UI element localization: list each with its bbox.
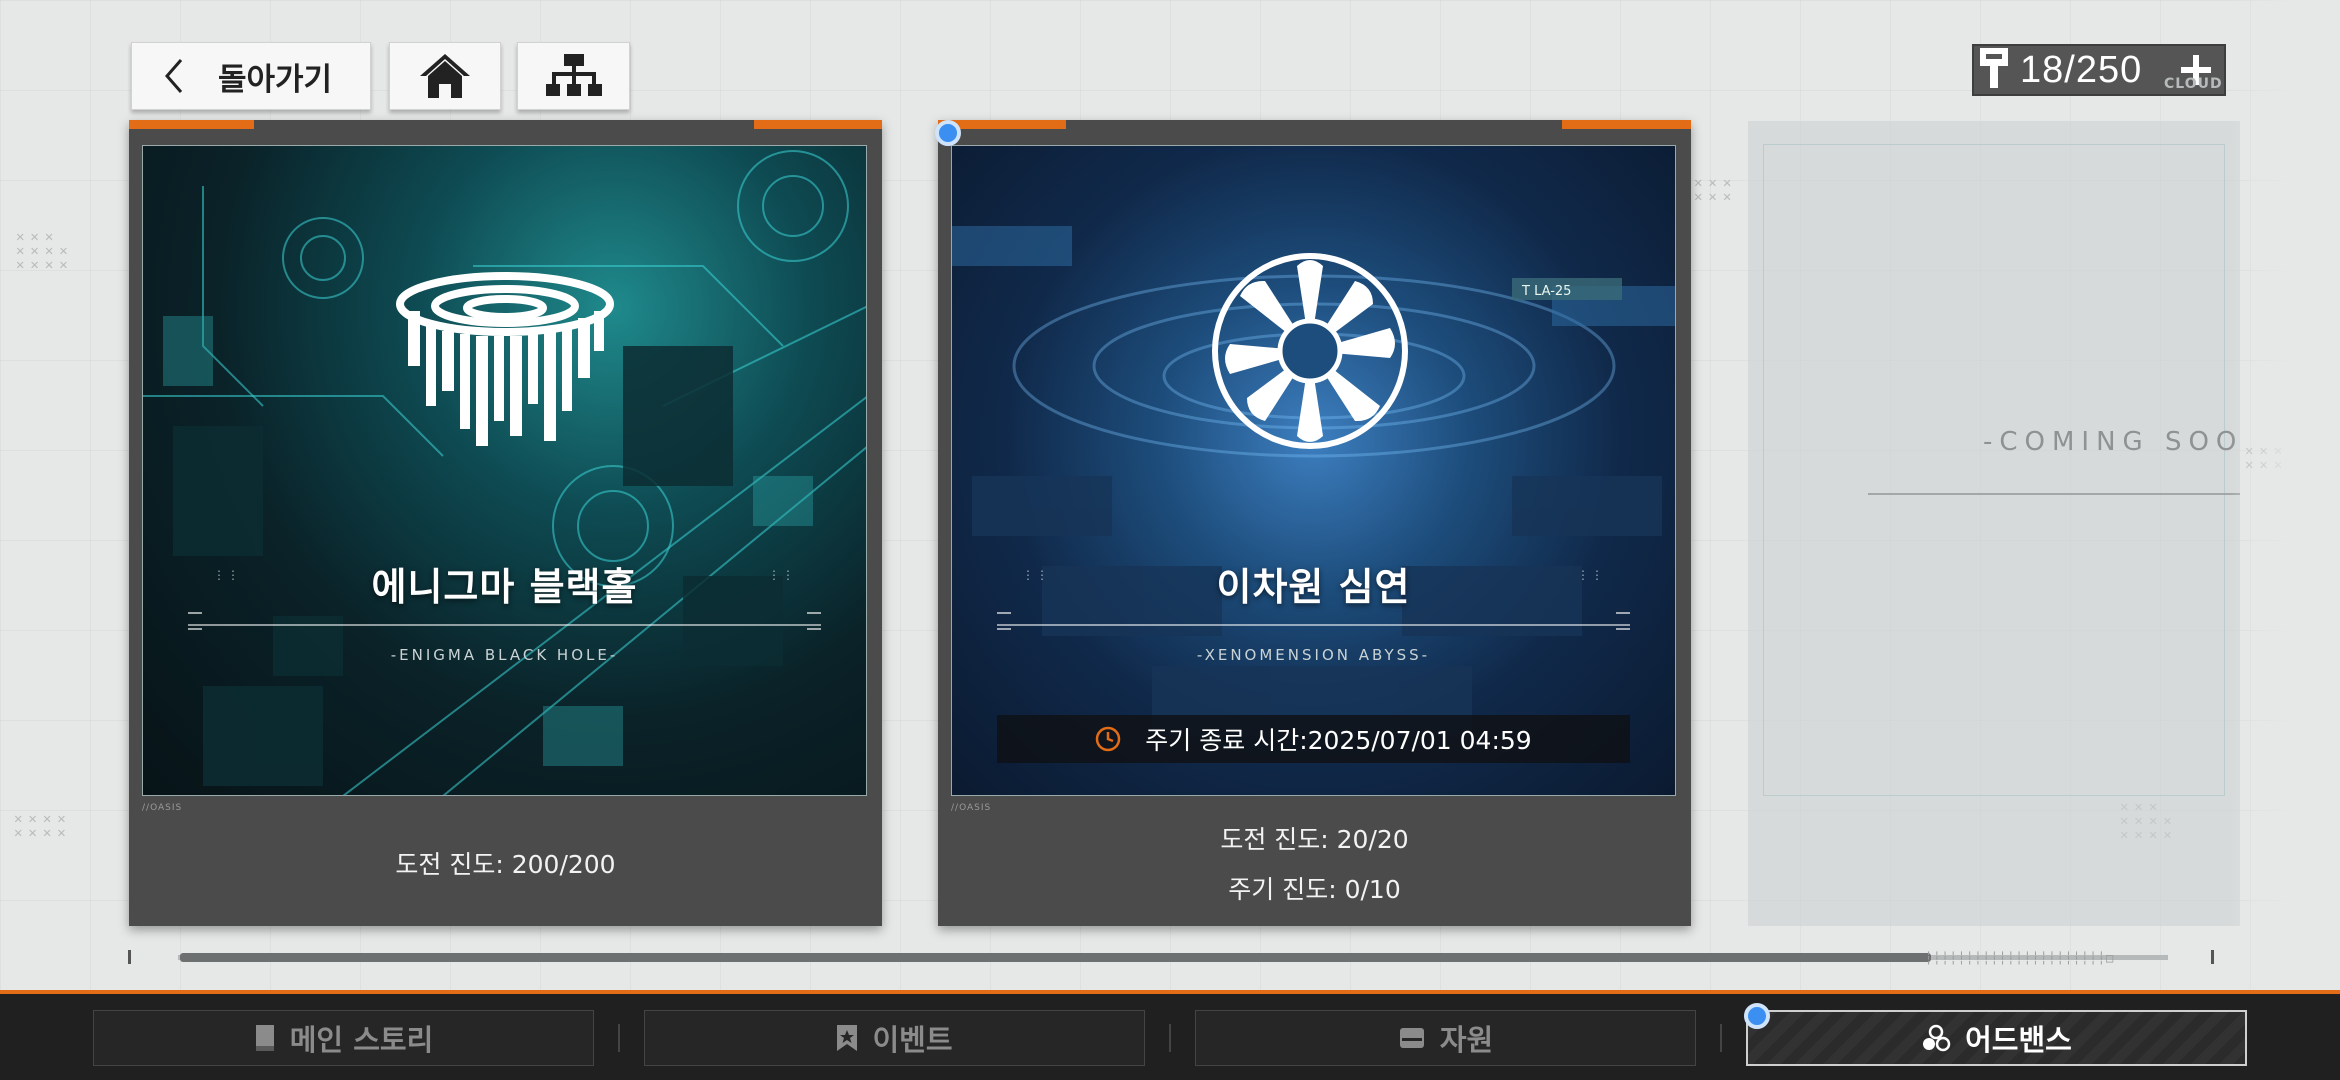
cycle-progress: 주기 진도: 0/10 xyxy=(1228,875,1401,904)
nav-new-indicator xyxy=(1744,1003,1770,1029)
circuit-background xyxy=(143,150,866,795)
challenge-progress: 도전 진도: 200/200 xyxy=(395,850,616,879)
card-title: 이차원 심연 xyxy=(1216,565,1411,609)
decor-x-marks: ✕✕✕✕ ✕✕✕✕ xyxy=(14,811,72,841)
mode-card-enigma[interactable]: ⋮⋮ ⋮⋮ 에니그마 블랙홀 -ENIGMA BLACK HOLE- //OAS… xyxy=(129,120,882,926)
card-artwork: T LA-25 ⋮⋮ ⋮⋮ 이차원 심연 -XENOMENSION ABYSS- xyxy=(951,145,1676,796)
sitemap-button[interactable] xyxy=(517,42,630,110)
selection-indicator xyxy=(935,120,961,146)
card-tag: //OASIS xyxy=(142,803,183,813)
scroll-edge-right xyxy=(2211,950,2214,964)
accent-strip xyxy=(1562,120,1691,129)
title-divider xyxy=(997,624,1630,626)
decor-tick xyxy=(997,612,1011,630)
scroll-track-dots: ┆┆┆┆┆┆┆┆┆┆┆┆┆┆┆┆┆┆┆┆┆┆□ xyxy=(1925,951,2115,965)
sitemap-icon xyxy=(545,54,602,96)
nav-label: 자원 xyxy=(1439,1023,1494,1057)
tray-icon xyxy=(1399,1028,1424,1048)
coming-soon-card: -COMING SOO xyxy=(1748,121,2240,926)
accent-strip xyxy=(129,120,254,129)
key-token-icon xyxy=(1980,48,2008,88)
card-subtitle: -XENOMENSION ABYSS- xyxy=(1196,646,1431,664)
card-artwork: ⋮⋮ ⋮⋮ 에니그마 블랙홀 -ENIGMA BLACK HOLE- xyxy=(142,145,867,796)
nav-advance[interactable]: 어드밴스 xyxy=(1746,1010,2247,1066)
card-title: 에니그마 블랙홀 xyxy=(371,565,638,609)
nav-main-story[interactable]: 메인 스토리 xyxy=(93,1010,594,1066)
stamina-count: 18/250 xyxy=(2020,48,2143,91)
home-icon xyxy=(420,54,470,98)
scroll-thumb[interactable] xyxy=(180,953,1932,962)
nav-separator xyxy=(1720,1024,1722,1052)
nav-label: 메인 스토리 xyxy=(289,1023,434,1057)
home-button[interactable] xyxy=(389,42,501,110)
coming-soon-text: -COMING SOO xyxy=(1983,427,2244,457)
decor-x-marks: ✕✕✕✕✕✕✕✕✕✕✕ xyxy=(16,229,74,273)
edge-fade xyxy=(2230,0,2340,990)
clock-icon xyxy=(1096,726,1121,752)
three-circles-icon xyxy=(1923,1024,1951,1052)
title-divider xyxy=(188,624,821,626)
back-button[interactable]: 돌아가기 xyxy=(131,42,371,110)
enigma-emblem xyxy=(396,272,614,446)
nav-separator xyxy=(1169,1024,1171,1052)
abyss-background: T LA-25 xyxy=(952,226,1675,736)
card-tag: //OASIS xyxy=(951,803,992,813)
nav-separator xyxy=(618,1024,620,1052)
bookmark-star-icon xyxy=(837,1025,858,1051)
decor-tick xyxy=(188,612,202,630)
coming-soon-line xyxy=(1868,493,2240,495)
mode-card-xenomension[interactable]: T LA-25 ⋮⋮ ⋮⋮ 이차원 심연 -XENOMENSION ABYSS- xyxy=(938,120,1691,926)
challenge-progress: 도전 진도: 20/20 xyxy=(1220,825,1409,854)
chevron-left-icon xyxy=(165,59,183,93)
nav-event[interactable]: 이벤트 xyxy=(644,1010,1145,1066)
art-sign-text: T LA-25 xyxy=(1521,284,1571,299)
cycle-end-text: 주기 종료 시간:2025/07/01 04:59 xyxy=(1145,726,1532,755)
back-label: 돌아가기 xyxy=(218,61,333,98)
decor-tick xyxy=(807,612,821,630)
coming-soon-frame xyxy=(1763,144,2225,796)
nav-resources[interactable]: 자원 xyxy=(1195,1010,1696,1066)
cycle-end-banner: 주기 종료 시간:2025/07/01 04:59 xyxy=(997,715,1630,763)
accent-strip xyxy=(754,120,882,129)
decor-tick xyxy=(1616,612,1630,630)
nav-label: 이벤트 xyxy=(872,1023,953,1057)
book-icon xyxy=(255,1025,274,1051)
decor-x-marks: ✕✕✕✕✕✕ xyxy=(1694,175,1738,205)
scroll-edge-left xyxy=(128,950,131,964)
card-subtitle: -ENIGMA BLACK HOLE- xyxy=(390,646,619,664)
watermark-text: CLOUD xyxy=(2164,76,2223,92)
nav-label: 어드밴스 xyxy=(1965,1023,2072,1057)
abyss-emblem xyxy=(1212,253,1408,449)
